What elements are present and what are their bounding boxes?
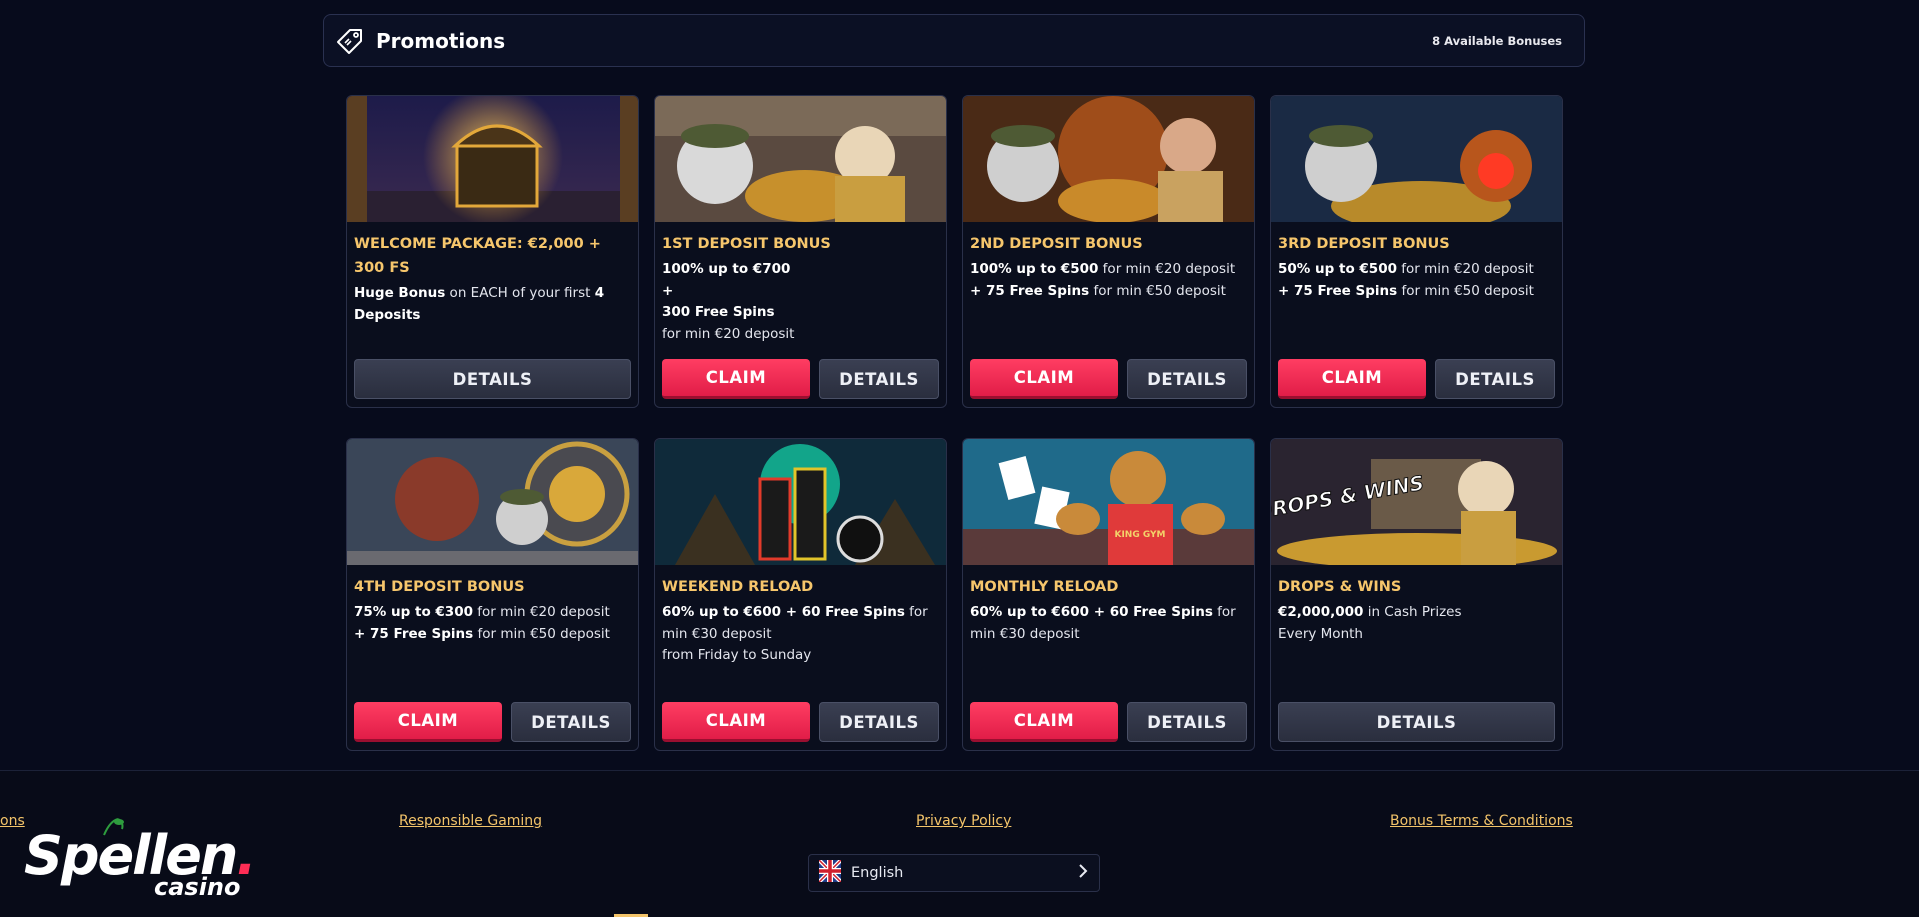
promo-text: for min €20 deposit	[662, 325, 795, 342]
promo-description: 60% up to €600 + 60 Free Spins for min €…	[970, 602, 1247, 645]
promo-highlight: €2,000,000	[1278, 604, 1364, 620]
responsible-gaming-link[interactable]: Responsible Gaming	[399, 813, 542, 829]
claim-button[interactable]: CLAIM	[662, 702, 810, 742]
details-button[interactable]: DETAILS	[354, 359, 631, 399]
promo-text: for min €20 deposit	[1397, 261, 1534, 277]
promo-text: for min €20 deposit	[1098, 261, 1236, 277]
promo-text: from Friday to Sunday	[662, 647, 812, 663]
promo-grid: WELCOME PACKAGE: €2,000 + 300 FS Huge Bo…	[346, 95, 1564, 751]
bonus-count: 8 Available Bonuses	[1432, 33, 1562, 48]
logo-subtitle: casino	[154, 873, 241, 901]
promo-actions: CLAIM DETAILS	[970, 702, 1247, 742]
promo-title: 2ND DEPOSIT BONUS	[970, 236, 1143, 252]
chevron-right-icon	[1077, 863, 1089, 883]
promo-card: WELCOME PACKAGE: €2,000 + 300 FS Huge Bo…	[346, 95, 639, 408]
promo-highlight: Huge Bonus	[354, 285, 446, 301]
footer-link-partial[interactable]: ons	[0, 813, 25, 829]
promo-text: Every Month	[1278, 625, 1363, 642]
tag-icon	[334, 25, 366, 57]
promo-card: 2ND DEPOSIT BONUS 100% up to €500 for mi…	[962, 95, 1255, 408]
promo-image-chip-stacks	[655, 439, 946, 565]
promo-image-raccoon-adventurer	[963, 96, 1254, 222]
promo-actions: CLAIM DETAILS	[662, 702, 939, 742]
promo-description: 60% up to €600 + 60 Free Spins for min €…	[662, 602, 939, 667]
promo-image-treasure-chest	[347, 96, 638, 222]
details-button[interactable]: DETAILS	[1435, 359, 1555, 399]
promo-highlight: + 75 Free Spins	[354, 625, 474, 642]
promo-description: 100% up to €700 + 300 Free Spins for min…	[662, 259, 939, 345]
promo-text: for min €50 deposit	[473, 625, 610, 642]
promo-actions: CLAIM DETAILS	[970, 359, 1247, 399]
promo-text: in Cash Prizes	[1363, 604, 1462, 620]
claim-button[interactable]: CLAIM	[970, 359, 1118, 399]
promo-card: KING GYM MONTHLY RELOAD 60% up to €600 +…	[962, 438, 1255, 751]
promo-highlight: 60% up to €600 + 60 Free Spins	[970, 604, 1213, 620]
promo-highlight: 300 Free Spins	[662, 304, 775, 320]
promo-actions: DETAILS	[1278, 702, 1555, 742]
promo-title: 1ST DEPOSIT BONUS	[662, 236, 831, 252]
promo-highlight: 60% up to €600 + 60 Free Spins	[662, 604, 905, 620]
promo-highlight: + 75 Free Spins	[970, 282, 1090, 299]
promo-text: on EACH of your first	[445, 285, 595, 301]
claim-button[interactable]: CLAIM	[662, 359, 810, 399]
promo-actions: CLAIM DETAILS	[1278, 359, 1555, 399]
promo-actions: CLAIM DETAILS	[662, 359, 939, 399]
details-button[interactable]: DETAILS	[1278, 702, 1555, 742]
claim-button[interactable]: CLAIM	[1278, 359, 1426, 399]
language-selector[interactable]: English	[808, 854, 1100, 892]
promo-title: WELCOME PACKAGE: €2,000 + 300 FS	[354, 236, 601, 276]
promo-description: Huge Bonus on EACH of your first 4 Depos…	[354, 283, 631, 326]
spellen-casino-logo[interactable]: Spellen. casino	[24, 818, 257, 901]
claim-button[interactable]: CLAIM	[970, 702, 1118, 742]
promo-actions: CLAIM DETAILS	[354, 702, 631, 742]
bonus-terms-link[interactable]: Bonus Terms & Conditions	[1390, 813, 1573, 829]
uk-flag-icon	[817, 858, 843, 886]
promo-text: for min €20 deposit	[473, 604, 610, 620]
promo-image-raccoon-zeus	[655, 96, 946, 222]
promo-highlight: 100% up to €700	[662, 261, 791, 277]
promo-actions: DETAILS	[354, 359, 631, 399]
promo-card: 1ST DEPOSIT BONUS 100% up to €700 + 300 …	[654, 95, 947, 408]
promo-highlight: + 75 Free Spins	[1278, 282, 1398, 299]
promo-highlight: 100% up to €500	[970, 261, 1099, 277]
promo-title: 3RD DEPOSIT BONUS	[1278, 236, 1450, 252]
promo-highlight: +	[662, 282, 674, 299]
cherry-icon	[103, 818, 124, 836]
king-gym-text: KING GYM	[1114, 530, 1165, 540]
promo-card: 4TH DEPOSIT BONUS 75% up to €300 for min…	[346, 438, 639, 751]
promo-description: 100% up to €500 for min €20 deposit + 75…	[970, 259, 1247, 302]
promo-image-drops-wins: DROPS & WINS	[1271, 439, 1562, 565]
details-button[interactable]: DETAILS	[819, 702, 939, 742]
promo-image-warrior-vault	[347, 439, 638, 565]
claim-button[interactable]: CLAIM	[354, 702, 502, 742]
promo-image-lion-gym: KING GYM	[963, 439, 1254, 565]
promo-card: DROPS & WINS DROPS & WINS €2,000,000 in …	[1270, 438, 1563, 751]
promo-description: 50% up to €500 for min €20 deposit + 75 …	[1278, 259, 1555, 302]
page-title: Promotions	[376, 28, 506, 53]
privacy-policy-link[interactable]: Privacy Policy	[916, 813, 1011, 829]
details-button[interactable]: DETAILS	[1127, 702, 1247, 742]
promo-title: MONTHLY RELOAD	[970, 579, 1119, 595]
promo-image-raccoon-golem	[1271, 96, 1562, 222]
promo-card: WEEKEND RELOAD 60% up to €600 + 60 Free …	[654, 438, 947, 751]
promo-description: €2,000,000 in Cash Prizes Every Month	[1278, 602, 1555, 645]
details-button[interactable]: DETAILS	[819, 359, 939, 399]
promo-title: DROPS & WINS	[1278, 579, 1402, 595]
promo-highlight: 50% up to €500	[1278, 261, 1397, 277]
language-label: English	[851, 865, 904, 881]
promo-text: for min €50 deposit	[1089, 282, 1226, 299]
promo-title: WEEKEND RELOAD	[662, 579, 814, 595]
promo-card: 3RD DEPOSIT BONUS 50% up to €500 for min…	[1270, 95, 1563, 408]
promo-highlight: 75% up to €300	[354, 604, 473, 620]
promotions-header: Promotions 8 Available Bonuses	[323, 14, 1585, 67]
details-button[interactable]: DETAILS	[511, 702, 631, 742]
details-button[interactable]: DETAILS	[1127, 359, 1247, 399]
promo-description: 75% up to €300 for min €20 deposit + 75 …	[354, 602, 631, 645]
site-footer: ons Responsible Gaming Privacy Policy Bo…	[0, 770, 1919, 917]
promo-title: 4TH DEPOSIT BONUS	[354, 579, 525, 595]
promo-text: for min €50 deposit	[1397, 282, 1534, 299]
